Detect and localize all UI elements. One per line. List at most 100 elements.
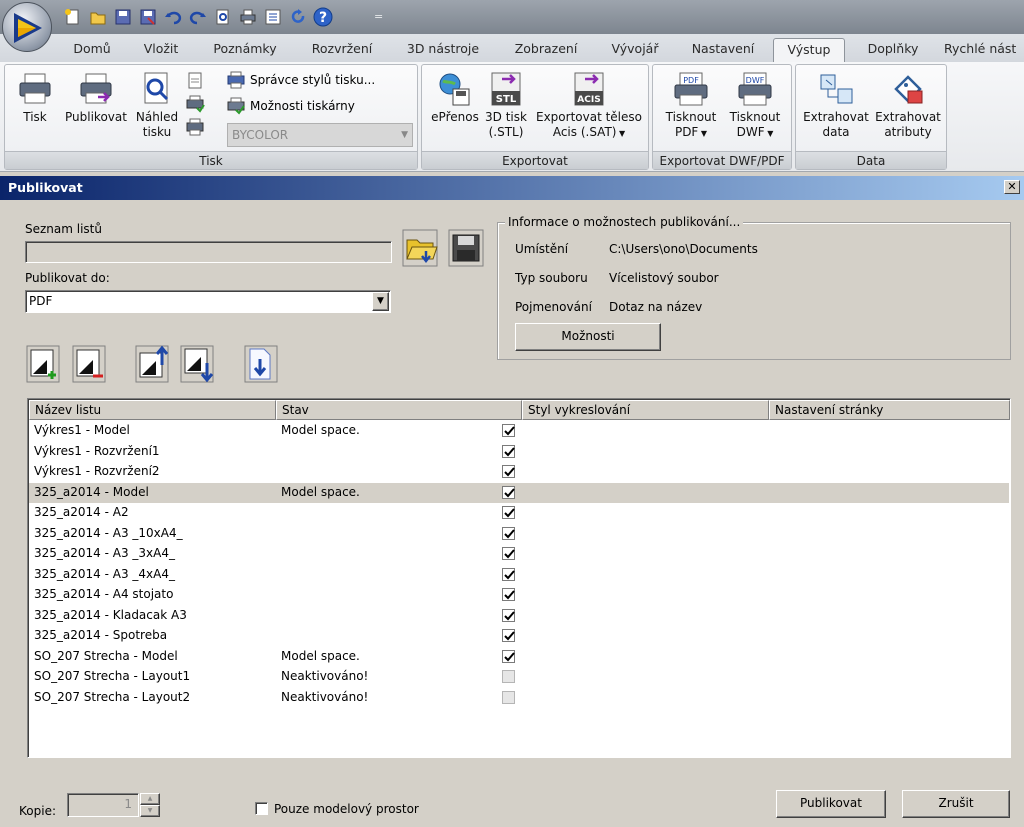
tab-zobrazeni[interactable]: Zobrazení (506, 38, 586, 62)
include-sheet-checkbox[interactable] (502, 670, 515, 683)
include-sheet-checkbox[interactable] (502, 485, 515, 499)
save-icon[interactable] (112, 6, 133, 27)
tab-poznamky[interactable]: Poznámky (204, 38, 286, 62)
print-button[interactable]: Tisk (11, 71, 59, 125)
table-row[interactable]: SO_207 Strecha - Layout1 Neaktivováno! (29, 667, 1009, 688)
sheet-name-cell: 325_a2014 - A3 _10xA4_ (34, 525, 183, 540)
table-row[interactable]: SO_207 Strecha - Layout2 Neaktivováno! (29, 688, 1009, 709)
plot-preview-button[interactable]: Náhled tisku (133, 71, 181, 140)
tab-vlozit[interactable]: Vložit (132, 38, 190, 62)
add-sheet-icon (26, 345, 60, 383)
table-row[interactable]: Výkres1 - Model Model space. (29, 421, 1009, 442)
page-setup-icon[interactable] (185, 71, 205, 91)
plot-dwf-button[interactable]: DWF Tisknout DWF ▼ (723, 71, 787, 141)
tab-vystup[interactable]: Výstup (773, 38, 845, 62)
column-header-sheet-name[interactable]: Název listu (29, 400, 276, 420)
data-extraction-icon (820, 74, 853, 104)
3d-print-button[interactable]: STL 3D tisk (.STL) (482, 71, 530, 140)
move-up-button[interactable] (135, 345, 169, 383)
printer-options-button[interactable]: Možnosti tiskárny (227, 97, 355, 115)
add-sheets-button[interactable] (26, 345, 60, 383)
save-sheet-list-button[interactable] (447, 229, 485, 267)
extract-attributes-button[interactable]: Extrahovat atributy (872, 71, 944, 140)
include-sheet-checkbox[interactable] (502, 526, 515, 540)
save-as-icon[interactable] (137, 6, 158, 27)
properties-icon[interactable] (262, 6, 283, 27)
filetype-label: Typ souboru (515, 271, 588, 285)
refresh-icon[interactable] (287, 6, 308, 27)
table-row[interactable]: 325_a2014 - Kladacak A3 (29, 606, 1009, 627)
table-row[interactable]: SO_207 Strecha - Model Model space. (29, 647, 1009, 668)
chevron-down-icon[interactable]: ▼ (372, 292, 389, 311)
batch-plot-icon[interactable] (185, 117, 205, 137)
include-sheet-checkbox[interactable] (502, 588, 515, 601)
new-icon[interactable] (62, 6, 83, 27)
table-row[interactable]: 325_a2014 - Spotreba (29, 626, 1009, 647)
tab-doplnky[interactable]: Doplňky (858, 38, 928, 62)
load-sheet-list-button[interactable] (401, 229, 439, 267)
plot-style-combo[interactable]: BYCOLOR ▼ (227, 123, 413, 147)
sheet-list-combo[interactable] (25, 241, 392, 263)
table-row[interactable]: 325_a2014 - Model Model space. (29, 482, 1009, 503)
include-sheet-checkbox[interactable] (502, 465, 515, 478)
stl-icon: STL (491, 72, 521, 106)
tab-domu[interactable]: Domů (64, 38, 120, 62)
copies-input[interactable]: 1 (67, 793, 139, 817)
tab-rychle-nastroje[interactable]: Rychlé nást (944, 38, 1024, 62)
table-row[interactable]: Výkres1 - Rozvržení2 (29, 462, 1009, 483)
plot-preview-icon[interactable] (212, 6, 233, 27)
remove-sheets-button[interactable] (72, 345, 106, 383)
plotter-manager-icon[interactable] (185, 94, 205, 114)
move-down-button[interactable] (180, 345, 214, 383)
include-sheet-checkbox[interactable] (502, 690, 515, 704)
column-header-plot-style[interactable]: Styl vykreslování (522, 400, 769, 420)
tab-nastaveni[interactable]: Nastavení (683, 38, 763, 62)
include-sheet-checkbox[interactable] (502, 567, 515, 581)
copies-spin-up[interactable]: ▲ (140, 793, 160, 805)
open-icon[interactable] (87, 6, 108, 27)
tab-rozvrzeni[interactable]: Rozvržení (302, 38, 382, 62)
plot-pdf-button[interactable]: PDF Tisknout PDF ▼ (659, 71, 723, 141)
include-sheet-checkbox[interactable] (502, 547, 515, 560)
options-button[interactable]: Možnosti (515, 323, 661, 351)
cancel-button[interactable]: Zrušit (902, 790, 1010, 818)
publish-dialog-button[interactable]: Publikovat (776, 790, 886, 818)
publish-button[interactable]: Publikovat (61, 71, 131, 125)
column-header-status[interactable]: Stav (276, 400, 522, 420)
ribbon-tabs: Domů Vložit Poznámky Rozvržení 3D nástro… (0, 34, 1024, 62)
qat-customize-icon[interactable]: = (374, 10, 383, 23)
table-row[interactable]: 325_a2014 - A3 _10xA4_ (29, 524, 1009, 545)
plot-style-combo-value: BYCOLOR (232, 128, 289, 142)
include-sheet-checkbox[interactable] (502, 424, 515, 437)
plot-style-manager-button[interactable]: Správce stylů tisku... (227, 71, 375, 89)
print-icon[interactable] (237, 6, 258, 27)
column-header-page-setup[interactable]: Nastavení stránky (769, 400, 1010, 420)
close-button[interactable]: ✕ (1004, 180, 1020, 194)
table-row[interactable]: Výkres1 - Rozvržení1 (29, 442, 1009, 463)
status-cell: Model space. (281, 648, 360, 663)
help-icon[interactable]: ? (312, 6, 333, 27)
etransmit-button[interactable]: ePřenos (426, 71, 484, 125)
redo-icon[interactable] (187, 6, 208, 27)
include-sheet-checkbox[interactable] (502, 444, 515, 458)
include-sheet-checkbox[interactable] (502, 629, 515, 642)
extract-attributes-label-1: Extrahovat (875, 110, 941, 124)
table-row[interactable]: 325_a2014 - A3 _4xA4_ (29, 565, 1009, 586)
tab-3d-nastroje[interactable]: 3D nástroje (398, 38, 488, 62)
include-sheet-checkbox[interactable] (502, 649, 515, 663)
undo-icon[interactable] (162, 6, 183, 27)
publish-to-select[interactable]: PDF ▼ (25, 290, 391, 313)
tab-vyvojar[interactable]: Vývojář (601, 38, 669, 62)
model-only-checkbox[interactable] (255, 802, 268, 815)
copies-spin-down[interactable]: ▼ (140, 805, 160, 817)
attribute-extraction-icon (894, 75, 923, 104)
table-row[interactable]: 325_a2014 - A2 (29, 503, 1009, 524)
table-row[interactable]: 325_a2014 - A3 _3xA4_ (29, 544, 1009, 565)
table-row[interactable]: 325_a2014 - A4 stojato (29, 585, 1009, 606)
plot-stamp-button[interactable] (244, 345, 278, 383)
include-sheet-checkbox[interactable] (502, 608, 515, 622)
extract-data-button[interactable]: Extrahovat data (800, 71, 872, 140)
include-sheet-checkbox[interactable] (502, 506, 515, 519)
application-menu-button[interactable] (2, 2, 52, 52)
export-acis-button[interactable]: ACIS Exportovat těleso Acis (.SAT) ▼ (532, 71, 646, 141)
